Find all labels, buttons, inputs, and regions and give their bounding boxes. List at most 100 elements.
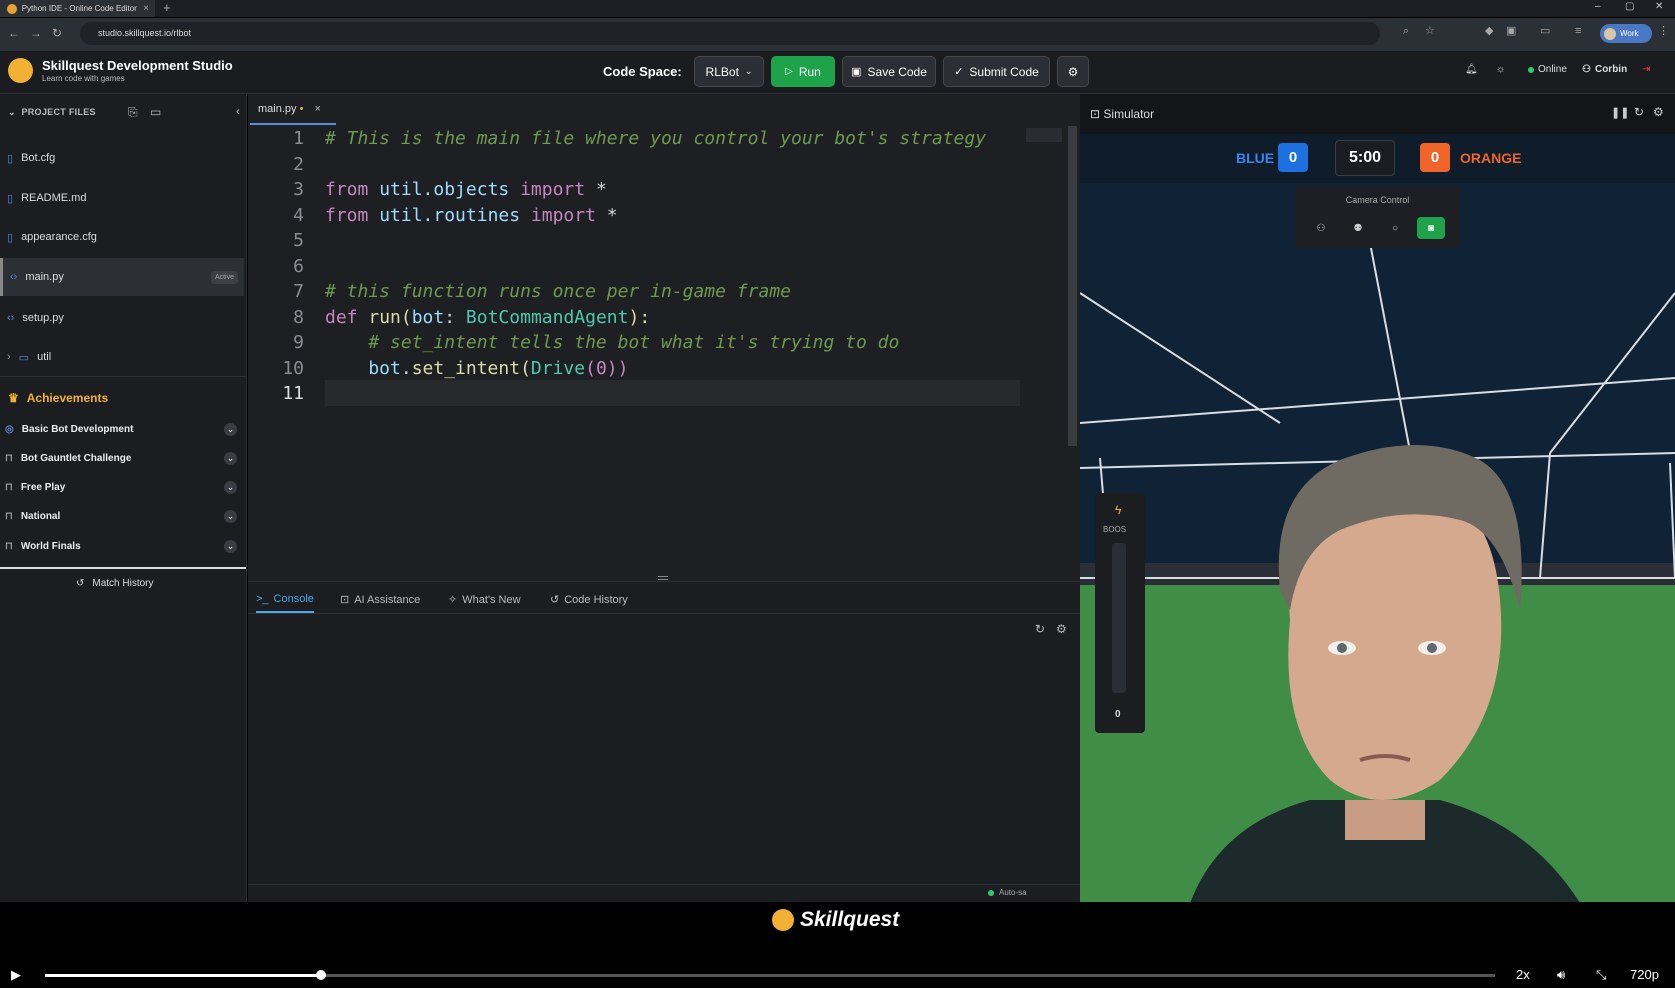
line-number: 11 <box>282 383 304 404</box>
lock-icon: ⊓ <box>5 453 13 464</box>
zoom-icon[interactable]: ⌕ <box>1403 26 1414 37</box>
folder-item-util[interactable]: › ▭ util <box>0 338 244 376</box>
chevron-down-icon[interactable]: ⌄ <box>224 510 237 523</box>
project-files-label: PROJECT FILES <box>21 107 96 117</box>
reload-icon[interactable]: ↻ <box>52 26 62 40</box>
window-close-icon[interactable]: ✕ <box>1655 0 1663 13</box>
achievement-world-finals[interactable]: ⊓ World Finals ⌄ <box>0 532 244 561</box>
close-tab-icon[interactable]: × <box>315 103 321 115</box>
code-token: ( <box>400 306 412 328</box>
chevron-down-icon[interactable]: ⌄ <box>224 540 237 553</box>
save-code-button[interactable]: ▣ Save Code <box>842 56 936 87</box>
chevron-down-icon[interactable]: ⌄ <box>224 452 237 465</box>
split-view-icon[interactable]: ▭ <box>1540 26 1551 37</box>
code-line-4: from util.routines import * <box>325 203 986 229</box>
status-label: Online <box>1538 64 1567 75</box>
editor-scrollbar[interactable] <box>1068 126 1077 446</box>
editor-tab-main-py[interactable]: main.py • × <box>250 96 336 125</box>
file-item-setup-py[interactable]: ‹› setup.py <box>0 299 244 337</box>
user-menu[interactable]: ⚇ Corbin <box>1582 64 1627 75</box>
logout-icon[interactable]: ⇥ <box>1642 64 1650 75</box>
folder-name: util <box>37 351 52 363</box>
run-button[interactable]: ▷ Run <box>771 56 835 87</box>
file-item-readme[interactable]: ▯ README.md <box>0 179 244 217</box>
achievement-free-play[interactable]: ⊓ Free Play ⌄ <box>0 473 244 502</box>
function-name: run <box>357 306 401 328</box>
code-line-9: # set_intent tells the bot what it's try… <box>325 332 900 353</box>
back-icon[interactable]: ← <box>8 26 20 40</box>
achievement-label: Basic Bot Development <box>21 424 134 435</box>
chevron-down-icon[interactable]: ⌄ <box>224 481 237 494</box>
restart-icon[interactable]: ↻ <box>1634 105 1644 119</box>
project-files-header[interactable]: ⌄ PROJECT FILES <box>8 107 96 118</box>
tab-search-icon[interactable]: ≡ <box>1575 26 1586 37</box>
achievement-gauntlet[interactable]: ⊓ Bot Gauntlet Challenge ⌄ <box>0 444 244 473</box>
code-token: * <box>595 204 618 226</box>
bookmark-star-icon[interactable]: ☆ <box>1425 26 1436 37</box>
file-item-appearance-cfg[interactable]: ▯ appearance.cfg <box>0 218 244 256</box>
code-content[interactable]: # This is the main file where you contro… <box>325 126 986 407</box>
forward-icon[interactable]: → <box>30 26 42 40</box>
run-label: Run <box>798 64 821 79</box>
avatar <box>1604 27 1616 40</box>
fullscreen-icon[interactable]: ⤡ <box>1596 967 1606 983</box>
notification-bell-icon[interactable]: 🔔︎ <box>1465 64 1478 75</box>
achievements-header: ♛ Achievements <box>8 391 108 405</box>
maximize-icon[interactable]: ▢ <box>1625 0 1634 13</box>
resize-handle[interactable] <box>658 576 668 580</box>
active-badge: Active <box>210 270 238 284</box>
code-space-select[interactable]: RLBot ⌄ <box>694 56 764 87</box>
camera-free-icon[interactable]: ◙ <box>1417 217 1445 239</box>
new-tab-button[interactable]: + <box>163 0 171 17</box>
camera-control-label: Camera Control <box>1345 195 1410 205</box>
minimize-icon[interactable]: – <box>1595 0 1601 13</box>
tab-whats-new[interactable]: ✧ What's New <box>448 586 521 613</box>
tab-console[interactable]: >_ Console <box>256 586 314 613</box>
skillquest-logo-icon <box>772 909 794 931</box>
keyword: from <box>325 179 369 200</box>
tab-code-history[interactable]: ↺ Code History <box>550 586 628 613</box>
type-name: BotCommandAgent <box>465 306 629 328</box>
close-tab-icon[interactable]: × <box>143 3 149 14</box>
video-quality[interactable]: 720p <box>1630 967 1659 982</box>
file-item-main-py[interactable]: ‹› main.py Active <box>0 258 244 296</box>
progress-handle[interactable] <box>315 970 326 980</box>
browser-tab[interactable]: Python IDE - Online Code Editor × <box>0 0 155 17</box>
tab-ai-assistance[interactable]: ⊡ AI Assistance <box>340 586 420 613</box>
achievement-national[interactable]: ⊓ National ⌄ <box>0 502 244 531</box>
new-file-icon[interactable]: ⎘ <box>128 105 138 120</box>
volume-icon[interactable]: 🔊︎ <box>1557 967 1565 983</box>
play-icon[interactable]: ▶ <box>11 967 21 983</box>
theme-sun-icon[interactable]: ☼ <box>1496 64 1505 75</box>
autosave-label: Auto-sa <box>999 888 1027 897</box>
submit-code-button[interactable]: ✓ Submit Code <box>943 56 1050 87</box>
settings-button[interactable]: ⚙ <box>1057 56 1089 87</box>
simulator-title: Simulator <box>1103 107 1155 121</box>
chevron-right-icon: › <box>7 351 11 363</box>
url-input[interactable]: studio.skillquest.io/rlbot <box>80 22 1380 45</box>
code-line-10: bot.set_intent(Drive(0)) <box>325 356 986 382</box>
minimap[interactable] <box>1026 128 1062 142</box>
extension-icon[interactable]: ◆ <box>1485 26 1496 37</box>
code-line-3: from util.objects import * <box>325 177 986 203</box>
new-folder-icon[interactable]: ▭ <box>150 105 161 119</box>
camera-team-icon[interactable]: ⚉ <box>1344 217 1372 239</box>
gear-icon[interactable]: ⚙ <box>1653 105 1664 119</box>
pause-icon[interactable]: ❚❚ <box>1611 106 1629 119</box>
file-item-bot-cfg[interactable]: ▯ Bot.cfg <box>0 139 244 177</box>
achievement-basic-bot[interactable]: ◎ Basic Bot Development ⌄ <box>0 415 244 444</box>
camera-follow-icon[interactable]: ⚇ <box>1307 217 1335 239</box>
refresh-icon[interactable]: ↻ <box>1035 622 1045 636</box>
camera-ball-icon[interactable]: ○ <box>1381 217 1409 239</box>
check-circle-icon: ✓ <box>954 66 964 78</box>
achievement-label: National <box>20 511 61 522</box>
playback-speed[interactable]: 2x <box>1516 967 1530 982</box>
gear-icon[interactable]: ⚙ <box>1056 622 1067 636</box>
profile-button[interactable]: Work <box>1600 24 1652 43</box>
chevron-down-icon[interactable]: ⌄ <box>224 423 237 436</box>
puzzle-icon[interactable]: ▣ <box>1506 26 1517 37</box>
history-icon: ↺ <box>76 578 85 589</box>
browser-menu-icon[interactable]: ⋮ <box>1658 26 1669 37</box>
collapse-sidebar-icon[interactable]: ‹ <box>236 104 240 118</box>
match-history-button[interactable]: ↺ Match History <box>76 578 154 589</box>
